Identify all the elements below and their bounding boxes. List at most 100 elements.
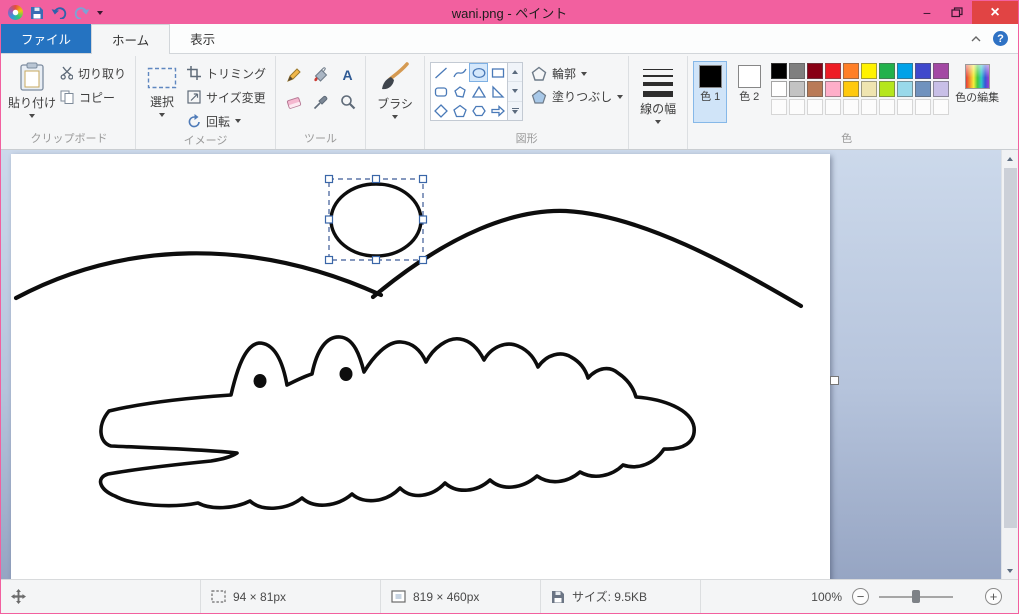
size-group-label [634,145,682,149]
canvas[interactable] [11,154,830,579]
undo-button[interactable] [51,6,67,19]
shape-rectangle[interactable] [488,63,507,82]
qat-dropdown-button[interactable] [97,10,103,15]
palette-color-swatch[interactable] [933,81,950,97]
zoom-slider-thumb[interactable] [912,590,920,603]
edit-colors-button[interactable]: 色の編集 [954,61,1000,105]
line-width-button[interactable]: 線の幅 [634,57,682,124]
palette-color-swatch[interactable] [879,81,896,97]
scroll-up-button[interactable] [1002,150,1018,167]
drawing [13,174,804,510]
quick-access-toolbar [1,5,103,20]
shape-diamond[interactable] [431,101,450,120]
text-tool-button[interactable]: A [335,62,360,87]
palette-color-swatch[interactable] [771,63,788,79]
text-icon: A [342,66,353,83]
zoom-in-button[interactable]: + [985,588,1002,605]
redo-button[interactable] [74,6,90,19]
palette-color-swatch[interactable] [879,63,896,79]
fill-tool-button[interactable] [308,62,333,87]
palette-color-swatch[interactable] [807,63,824,79]
palette-color-swatch[interactable] [897,81,914,97]
zoom-out-button[interactable]: − [852,588,869,605]
palette-empty-slot[interactable] [933,99,950,115]
palette-empty-slot[interactable] [825,99,842,115]
canvas-resize-handle-right[interactable] [830,376,839,385]
tab-file[interactable]: ファイル [1,24,92,53]
paste-button[interactable]: 貼り付け [8,57,56,118]
palette-color-swatch[interactable] [807,81,824,97]
chevron-down-icon [97,10,103,15]
shape-fill-button[interactable]: 塗りつぶし [531,88,624,105]
palette-empty-slot[interactable] [789,99,806,115]
color2-button[interactable]: 色 2 [732,61,766,123]
palette-color-swatch[interactable] [861,81,878,97]
outline-button[interactable]: 輪郭 [531,65,623,82]
palette-color-swatch[interactable] [915,81,932,97]
shape-line[interactable] [431,63,450,82]
palette-empty-slot[interactable] [879,99,896,115]
tab-home[interactable]: ホーム [91,24,171,54]
shape-oval[interactable] [469,63,489,82]
color-picker-tool-button[interactable] [308,89,333,114]
save-icon [31,6,43,19]
palette-color-swatch[interactable] [825,81,842,97]
palette-color-swatch[interactable] [933,63,950,79]
palette-color-swatch[interactable] [789,63,806,79]
palette-color-swatch[interactable] [825,63,842,79]
palette-empty-slot[interactable] [915,99,932,115]
shape-triangle[interactable] [469,82,488,101]
palette-color-swatch[interactable] [843,63,860,79]
paint-app-icon[interactable] [8,5,23,20]
cut-button[interactable]: 切り取り [56,63,130,83]
palette-empty-slot[interactable] [771,99,788,115]
copy-button[interactable]: コピー [56,87,130,107]
shape-pentagon[interactable] [450,101,469,120]
eraser-tool-button[interactable] [281,89,306,114]
minimize-ribbon-button[interactable] [971,35,981,42]
palette-color-swatch[interactable] [915,63,932,79]
palette-color-swatch[interactable] [771,81,788,97]
palette-color-swatch[interactable] [789,81,806,97]
shape-polygon[interactable] [450,82,469,101]
brush-button[interactable]: ブラシ [371,57,419,119]
shape-right-arrow[interactable] [488,101,507,120]
shape-hexagon[interactable] [469,101,488,120]
crocodile-eye-right [339,367,353,381]
line-width-icon [643,62,674,97]
clipboard-icon [20,62,44,91]
tab-view[interactable]: 表示 [170,24,235,53]
crop-button[interactable]: トリミング [183,63,270,83]
shapes-scroll-up-button[interactable] [508,63,523,83]
minimize-button[interactable]: − [912,1,942,24]
palette-color-swatch[interactable] [843,81,860,97]
maximize-button[interactable] [942,1,972,24]
select-button[interactable]: 選択 [141,57,183,117]
magnifier-tool-button[interactable] [335,89,360,114]
scroll-down-button[interactable] [1002,562,1018,579]
pencil-tool-button[interactable] [281,62,306,87]
palette-empty-slot[interactable] [807,99,824,115]
color1-button[interactable]: 色 1 [693,61,728,123]
save-button[interactable] [30,6,44,20]
sun-circle[interactable] [329,182,423,258]
palette-empty-slot[interactable] [843,99,860,115]
zoom-slider[interactable] [879,588,953,605]
color-palette [771,61,950,115]
palette-empty-slot[interactable] [861,99,878,115]
shape-curve[interactable] [450,63,469,82]
scrollbar-thumb[interactable] [1004,168,1017,528]
shape-right-triangle[interactable] [488,82,507,101]
palette-color-swatch[interactable] [861,63,878,79]
rotate-button[interactable]: 回転 [183,111,270,131]
resize-button[interactable]: サイズ変更 [183,87,270,107]
palette-color-swatch[interactable] [897,63,914,79]
vertical-scrollbar[interactable] [1001,150,1018,579]
shapes-scroll-down-button[interactable] [508,82,523,102]
shapes-more-button[interactable] [508,102,522,120]
help-button[interactable]: ? [993,31,1008,46]
palette-empty-slot[interactable] [897,99,914,115]
shape-rounded-rectangle[interactable] [431,82,450,101]
magnifier-icon [340,94,355,109]
close-button[interactable]: × [972,1,1018,24]
